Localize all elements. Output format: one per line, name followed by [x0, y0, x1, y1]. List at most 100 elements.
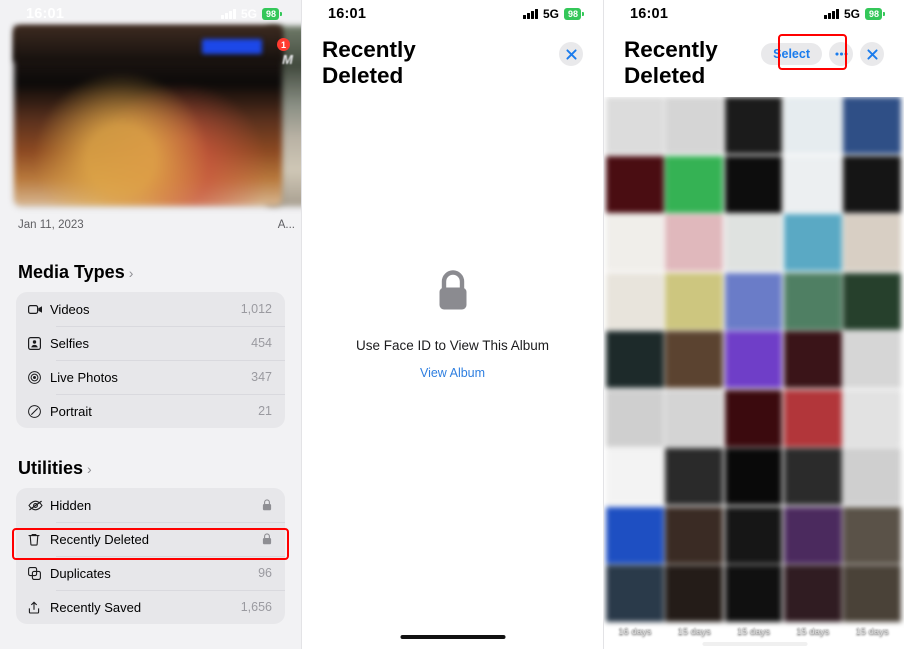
live-photo-icon	[28, 370, 50, 384]
list-item-recently-saved[interactable]: Recently Saved 1,656	[16, 590, 285, 624]
photo-thumbnail[interactable]	[606, 272, 664, 330]
media-types-header[interactable]: Media Types ›	[18, 262, 301, 283]
photo-thumbnail[interactable]	[843, 272, 901, 330]
days-remaining-labels: 16 days 15 days 15 days 15 days 15 days	[606, 626, 901, 637]
photo-thumbnail[interactable]	[724, 155, 783, 213]
photo-thumbnail[interactable]	[665, 331, 724, 388]
list-item-duplicates[interactable]: Duplicates 96	[16, 556, 285, 590]
photo-thumbnail[interactable]	[843, 389, 901, 447]
status-indicators: 5G 98	[221, 7, 282, 21]
photo-thumbnail[interactable]	[783, 97, 842, 154]
photo-thumbnail[interactable]	[783, 506, 842, 564]
photo-thumbnail[interactable]	[783, 565, 842, 622]
recent-photos-strip: 1 M	[0, 0, 301, 215]
photo-thumbnail[interactable]	[783, 331, 842, 388]
video-camera-icon	[28, 304, 50, 315]
photo-thumbnail[interactable]	[724, 272, 783, 330]
photo-thumbnail[interactable]	[665, 214, 724, 271]
photo-thumbnail[interactable]	[665, 448, 724, 505]
status-bar-middle: 16:01 5G 98	[302, 0, 603, 28]
portrait-icon	[28, 404, 50, 418]
photo-thumbnail[interactable]	[665, 97, 724, 154]
trash-icon	[28, 533, 50, 546]
list-item-videos[interactable]: Videos 1,012	[16, 292, 285, 326]
photo-thumbnail[interactable]	[724, 389, 783, 447]
status-time: 16:01	[26, 6, 65, 22]
photo-thumbnail[interactable]	[665, 565, 724, 622]
signal-strength-icon	[221, 9, 236, 19]
status-time: 16:01	[328, 6, 367, 22]
eye-slash-icon	[28, 500, 50, 511]
media-types-title: Media Types	[18, 262, 125, 282]
view-album-link[interactable]: View Album	[420, 366, 485, 380]
photo-thumbnail[interactable]	[843, 214, 901, 271]
photo-thumbnail[interactable]	[843, 97, 901, 154]
photo-thumbnail[interactable]	[783, 214, 842, 271]
photo-thumbnail[interactable]	[724, 97, 783, 154]
photo-thumbnail[interactable]	[843, 565, 901, 622]
page-title: Recently Deleted	[624, 37, 718, 89]
list-item-count: 21	[258, 404, 272, 418]
photo-thumbnail[interactable]	[724, 214, 783, 271]
list-item-live-photos[interactable]: Live Photos 347	[16, 360, 285, 394]
photo-thumbnail[interactable]	[665, 272, 724, 330]
list-item-selfies[interactable]: Selfies 454	[16, 326, 285, 360]
lock-icon	[262, 533, 272, 545]
status-time: 16:01	[630, 6, 669, 22]
more-options-icon[interactable]	[829, 42, 853, 66]
lock-icon	[262, 499, 272, 511]
utilities-title: Utilities	[18, 458, 84, 478]
photo-blue-overlay	[202, 39, 262, 54]
list-item-label: Recently Saved	[50, 599, 142, 615]
media-types-list: Videos 1,012 Selfies 454 Live Photos 347	[16, 292, 285, 428]
list-item-count: 1,012	[240, 302, 272, 316]
network-type-label: 5G	[240, 7, 257, 21]
photo-thumbnail[interactable]	[606, 565, 664, 622]
photo-thumbnail[interactable]	[665, 389, 724, 447]
days-remaining-label: 15 days	[677, 626, 711, 637]
list-item-label: Duplicates	[50, 565, 111, 581]
photo-thumbnail[interactable]	[843, 448, 901, 505]
photo-thumbnail[interactable]	[724, 565, 783, 622]
photo-thumbnail[interactable]	[724, 506, 783, 564]
utilities-header[interactable]: Utilities ›	[18, 458, 301, 479]
photo-thumbnail[interactable]	[606, 97, 664, 154]
photo-thumbnail[interactable]	[665, 506, 724, 564]
signal-strength-icon	[824, 9, 839, 19]
section-utilities: Utilities › Hidden Recently Deleted Dupl…	[0, 458, 301, 624]
photo-thumbnail[interactable]	[843, 155, 901, 213]
deleted-photos-grid-container: 16 days 15 days 15 days 15 days 15 days	[604, 97, 904, 649]
chevron-right-icon: ›	[128, 264, 134, 281]
photo-thumbnail[interactable]	[724, 331, 783, 388]
battery-icon: 98	[864, 8, 885, 20]
photo-date: Jan 11, 2023	[18, 219, 84, 231]
status-bar-left: 16:01 5G 98	[0, 0, 301, 28]
photo-date-row: Jan 11, 2023 A...	[0, 212, 301, 238]
photo-thumbnail[interactable]	[843, 331, 901, 388]
photo-thumbnail[interactable]	[606, 331, 664, 388]
photo-thumbnail[interactable]	[606, 448, 664, 505]
deleted-photos-grid[interactable]	[606, 97, 901, 622]
close-icon[interactable]	[860, 42, 884, 66]
lock-icon	[436, 269, 470, 317]
list-item-recently-deleted[interactable]: Recently Deleted	[16, 522, 285, 556]
notification-badge: 1	[277, 38, 290, 51]
photo-thumbnail[interactable]	[606, 389, 664, 447]
photo-thumbnail[interactable]	[724, 448, 783, 505]
photo-thumbnail[interactable]	[783, 389, 842, 447]
select-button[interactable]: Select	[761, 42, 822, 66]
photo-thumbnail[interactable]	[606, 214, 664, 271]
photo-thumbnail[interactable]	[606, 506, 664, 564]
selfie-icon	[28, 336, 50, 350]
days-remaining-label: 16 days	[618, 626, 652, 637]
photo-thumbnail[interactable]	[783, 272, 842, 330]
photo-thumbnail[interactable]	[665, 155, 724, 213]
list-item-hidden[interactable]: Hidden	[16, 488, 285, 522]
photo-thumbnail[interactable]	[783, 155, 842, 213]
photo-thumbnail[interactable]	[783, 448, 842, 505]
photo-thumbnail[interactable]	[843, 506, 901, 564]
list-item-portrait[interactable]: Portrait 21	[16, 394, 285, 428]
status-indicators: 5G 98	[824, 7, 885, 21]
locked-album-placeholder: Use Face ID to View This Album View Albu…	[302, 0, 603, 649]
photo-thumbnail[interactable]	[606, 155, 664, 213]
